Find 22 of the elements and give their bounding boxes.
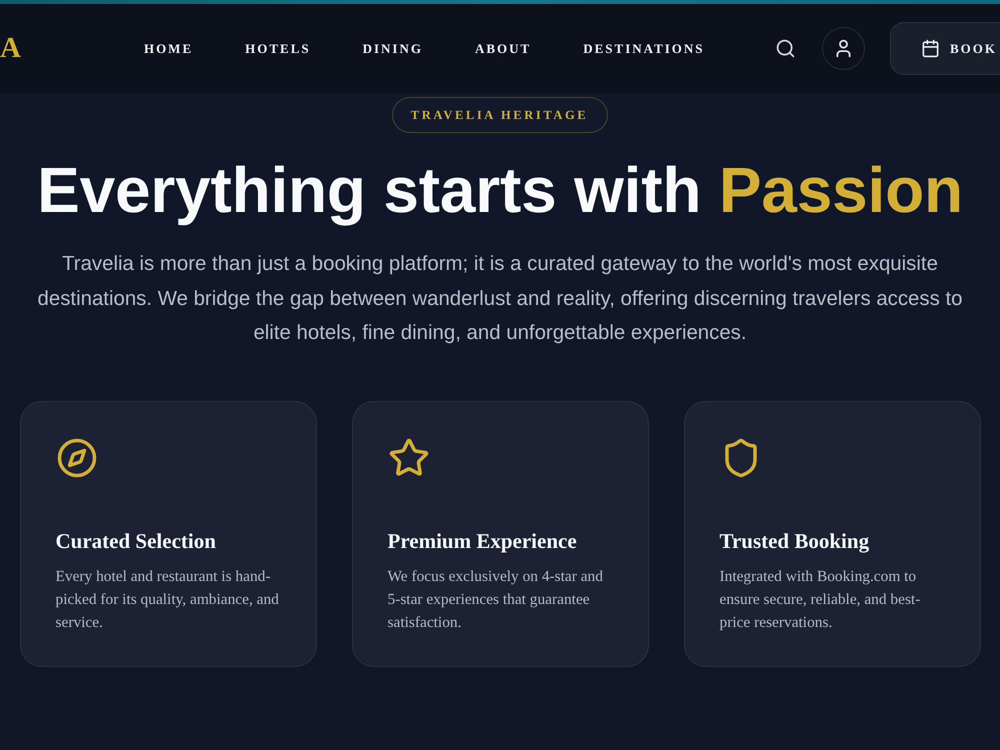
nav-link[interactable]: HOME — [144, 40, 194, 56]
compass-icon — [56, 436, 98, 478]
section-badge: TRAVELIA HERITAGE — [392, 97, 608, 133]
account-button[interactable] — [822, 27, 865, 70]
logo[interactable]: A — [0, 34, 21, 63]
nav-link[interactable]: DINING — [362, 40, 423, 56]
feature-description: Every hotel and restaurant is hand-picked for its quality, ambiance, and service. — [56, 566, 280, 632]
nav-link[interactable]: HOTELS — [245, 40, 311, 56]
nav-link[interactable]: ABOUT — [475, 40, 532, 56]
feature-title: Premium Experience — [388, 528, 577, 554]
feature-description: Integrated with Booking.com to ensure secure, reliable, and best-price reservations. — [720, 566, 922, 632]
star-icon — [388, 436, 430, 478]
hero-heading: Everything starts with Passion — [37, 153, 963, 227]
calendar-icon — [921, 39, 940, 58]
feature-title: Curated Selection — [56, 528, 216, 554]
search-icon — [775, 38, 796, 59]
feature-title: Trusted Booking — [720, 528, 870, 554]
search-button[interactable] — [775, 38, 796, 59]
nav-link[interactable]: DESTINATIONS — [583, 40, 705, 56]
intro-paragraph: Travelia is more than just a booking platform; it is a curated gateway to the world's most exquisite destinations. We bridge the gap between wanderlust and reality, offering discerning travelers access to elite hotels, fine dining, and unforgettable experiences. — [36, 252, 964, 346]
book-button[interactable]: BOOK — [890, 22, 1000, 75]
feature-description: We focus exclusively on 4-star and 5-star experiences that guarantee satisfaction. — [388, 566, 604, 632]
